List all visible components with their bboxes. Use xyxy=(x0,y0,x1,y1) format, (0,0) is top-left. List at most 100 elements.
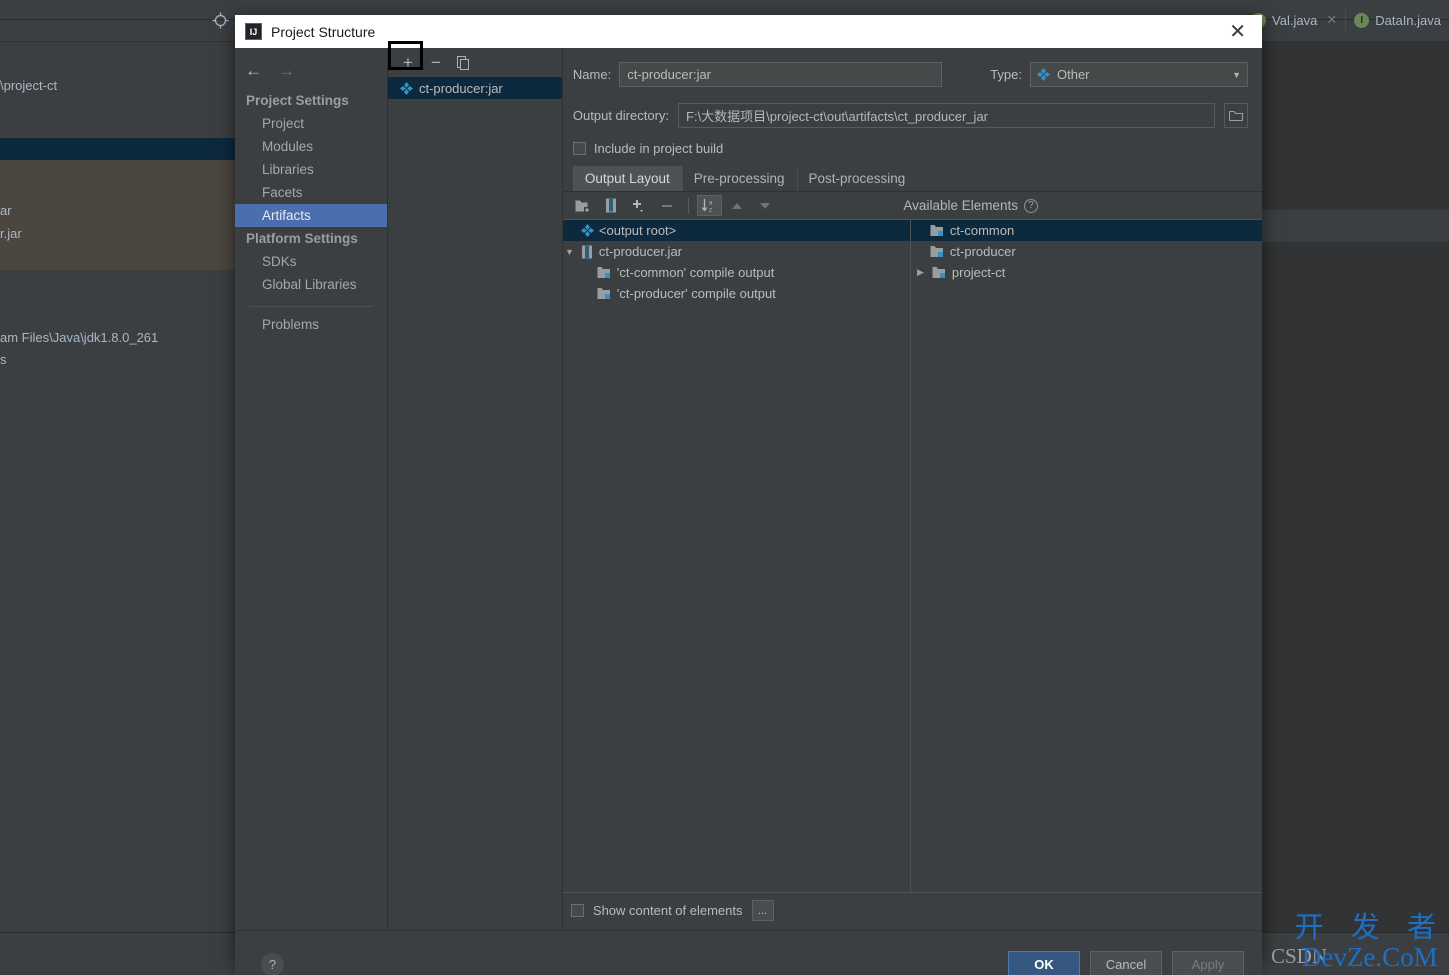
sidebar-item-sdks[interactable]: SDKs xyxy=(235,250,387,273)
close-icon[interactable]: ✕ xyxy=(1326,12,1337,28)
output-layout-toolbar: a z Available Elements ? xyxy=(562,192,1262,219)
output-directory-row: Output directory: F:\大数据项目\project-ct\ou… xyxy=(563,87,1262,128)
show-content-checkbox[interactable] xyxy=(570,904,584,917)
artifact-list-toolbar: + − xyxy=(387,40,562,77)
arrow-down-icon xyxy=(760,202,771,209)
editor-tab-datain-java[interactable]: I DataIn.java xyxy=(1345,7,1449,33)
artifact-name-input[interactable]: ct-producer:jar xyxy=(619,62,943,87)
watermark-chinese: 开 发 者 xyxy=(1294,910,1445,944)
sidebar-group-project-settings: Project Settings xyxy=(246,93,349,108)
include-in-build-label: Include in project build xyxy=(593,141,724,156)
intellij-idea-icon: IJ xyxy=(245,23,262,40)
tree-row-label: 'ct-producer' compile output xyxy=(616,286,776,301)
ide-project-panel: \project-ct ar r.jar am Files\Java\jdk1.… xyxy=(0,42,235,975)
watermark: 开 发 者 DevZe.CoM xyxy=(1295,913,1445,971)
ide-project-path: \project-ct xyxy=(0,78,58,93)
include-in-build-checkbox[interactable] xyxy=(572,142,586,155)
dialog-title: Project Structure xyxy=(271,23,376,40)
tree-expander-expanded-icon[interactable]: ▼ xyxy=(563,247,576,257)
available-elements-header: Available Elements ? xyxy=(903,198,1262,213)
sidebar-item-project[interactable]: Project xyxy=(235,112,387,135)
module-icon xyxy=(932,266,947,279)
tab-pre-processing[interactable]: Pre-processing xyxy=(681,166,797,191)
toolbar-divider xyxy=(687,197,689,214)
ide-jar-label-1: ar xyxy=(0,203,12,218)
add-element-button[interactable] xyxy=(627,195,652,216)
tree-row[interactable]: ▼ ct-producer.jar xyxy=(563,241,910,262)
add-archive-button[interactable] xyxy=(599,195,624,216)
plus-dropdown-icon xyxy=(633,199,644,212)
artifact-tab-bar: Output Layout Pre-processing Post-proces… xyxy=(562,156,1262,192)
browse-output-directory-button[interactable] xyxy=(1224,103,1248,128)
output-directory-value: F:\大数据项目\project-ct\out\artifacts\ct_pro… xyxy=(686,109,988,124)
arrow-left-icon[interactable]: ← xyxy=(245,62,262,79)
interface-icon: I xyxy=(1354,12,1370,28)
watermark-english: DevZe.CoM xyxy=(1301,942,1438,972)
cancel-button[interactable]: Cancel xyxy=(1090,951,1162,975)
sidebar-item-modules[interactable]: Modules xyxy=(235,135,387,158)
sidebar-item-libraries[interactable]: Libraries xyxy=(235,158,387,181)
remove-element-button[interactable] xyxy=(655,195,680,216)
tree-row-label: 'ct-common' compile output xyxy=(616,265,775,280)
ide-jar-label-2: r.jar xyxy=(0,226,22,241)
svg-text:z: z xyxy=(709,208,712,214)
nav-arrows: ← → xyxy=(235,48,387,89)
tree-row[interactable]: ct-producer xyxy=(911,241,1262,262)
archive-icon xyxy=(606,198,617,213)
remove-artifact-button[interactable]: − xyxy=(424,52,448,74)
tree-row[interactable]: ct-common xyxy=(910,220,1262,241)
type-label: Type: xyxy=(990,67,1022,82)
tab-post-processing[interactable]: Post-processing xyxy=(796,166,918,191)
ok-button[interactable]: OK xyxy=(1008,951,1080,975)
tree-row[interactable]: <output root> xyxy=(562,220,910,241)
artifact-list-item-label: ct-producer:jar xyxy=(418,80,503,96)
copy-artifact-button[interactable] xyxy=(452,52,476,74)
apply-button[interactable]: Apply xyxy=(1172,951,1244,975)
module-icon xyxy=(930,245,945,258)
tree-row-label: ct-producer.jar xyxy=(598,244,682,259)
settings-sidebar: ← → Project Settings Project Modules Lib… xyxy=(235,48,388,930)
name-label: Name: xyxy=(572,67,612,82)
more-options-button[interactable]: ... xyxy=(751,900,774,921)
tree-row-label: ct-common xyxy=(949,223,1015,238)
help-button[interactable]: ? xyxy=(261,953,284,975)
tab-output-layout[interactable]: Output Layout xyxy=(572,166,682,191)
locate-target-icon[interactable] xyxy=(212,12,229,29)
artifact-list-item[interactable]: ct-producer:jar xyxy=(387,77,562,99)
add-artifact-button[interactable]: + xyxy=(387,40,423,74)
sort-alphabetically-button[interactable]: a z xyxy=(696,195,722,216)
sidebar-group-platform-settings: Platform Settings xyxy=(246,231,358,246)
artifact-icon xyxy=(399,81,413,95)
ide-right-panel xyxy=(1262,42,1449,932)
include-in-build-row[interactable]: Include in project build xyxy=(563,128,1262,156)
available-elements-label: Available Elements xyxy=(903,198,1018,213)
artifact-type-select[interactable]: Other ▼ xyxy=(1030,62,1248,87)
output-directory-input[interactable]: F:\大数据项目\project-ct\out\artifacts\ct_pro… xyxy=(678,103,1215,128)
move-up-button[interactable] xyxy=(725,195,750,216)
tree-expander-collapsed-icon[interactable]: ▶ xyxy=(914,267,927,278)
archive-icon xyxy=(581,245,594,259)
ide-right-panel-row xyxy=(1262,210,1449,242)
close-icon[interactable]: ✕ xyxy=(1223,22,1252,42)
tree-row-label: project-ct xyxy=(951,265,1006,280)
sidebar-item-artifacts[interactable]: Artifacts xyxy=(235,204,387,227)
folder-open-icon xyxy=(1229,110,1243,121)
name-type-row: Name: ct-producer:jar Type: Other ▼ xyxy=(563,48,1262,87)
module-icon xyxy=(930,224,945,237)
arrow-right-icon[interactable]: → xyxy=(278,62,295,79)
sidebar-item-global-libraries[interactable]: Global Libraries xyxy=(235,273,387,296)
tree-row[interactable]: ▶ project-ct xyxy=(911,262,1262,283)
tree-row[interactable]: 'ct-common' compile output xyxy=(563,262,910,283)
layout-panes: <output root> ▼ ct-producer.jar 'ct-comm… xyxy=(562,219,1262,892)
artifact-type-value: Other xyxy=(1057,67,1090,82)
ide-jdk-path: am Files\Java\jdk1.8.0_261 xyxy=(0,330,159,345)
tree-row[interactable]: 'ct-producer' compile output xyxy=(563,283,910,304)
available-elements-tree: ct-common ct-producer ▶ project-ct xyxy=(910,220,1262,892)
sidebar-item-problems[interactable]: Problems xyxy=(235,313,387,336)
sidebar-item-facets[interactable]: Facets xyxy=(235,181,387,204)
add-directory-button[interactable] xyxy=(571,195,596,216)
tree-row-label: ct-producer xyxy=(949,244,1016,259)
move-down-button[interactable] xyxy=(753,195,778,216)
artifact-name-value: ct-producer:jar xyxy=(627,67,712,82)
question-mark-icon[interactable]: ? xyxy=(1024,198,1038,213)
